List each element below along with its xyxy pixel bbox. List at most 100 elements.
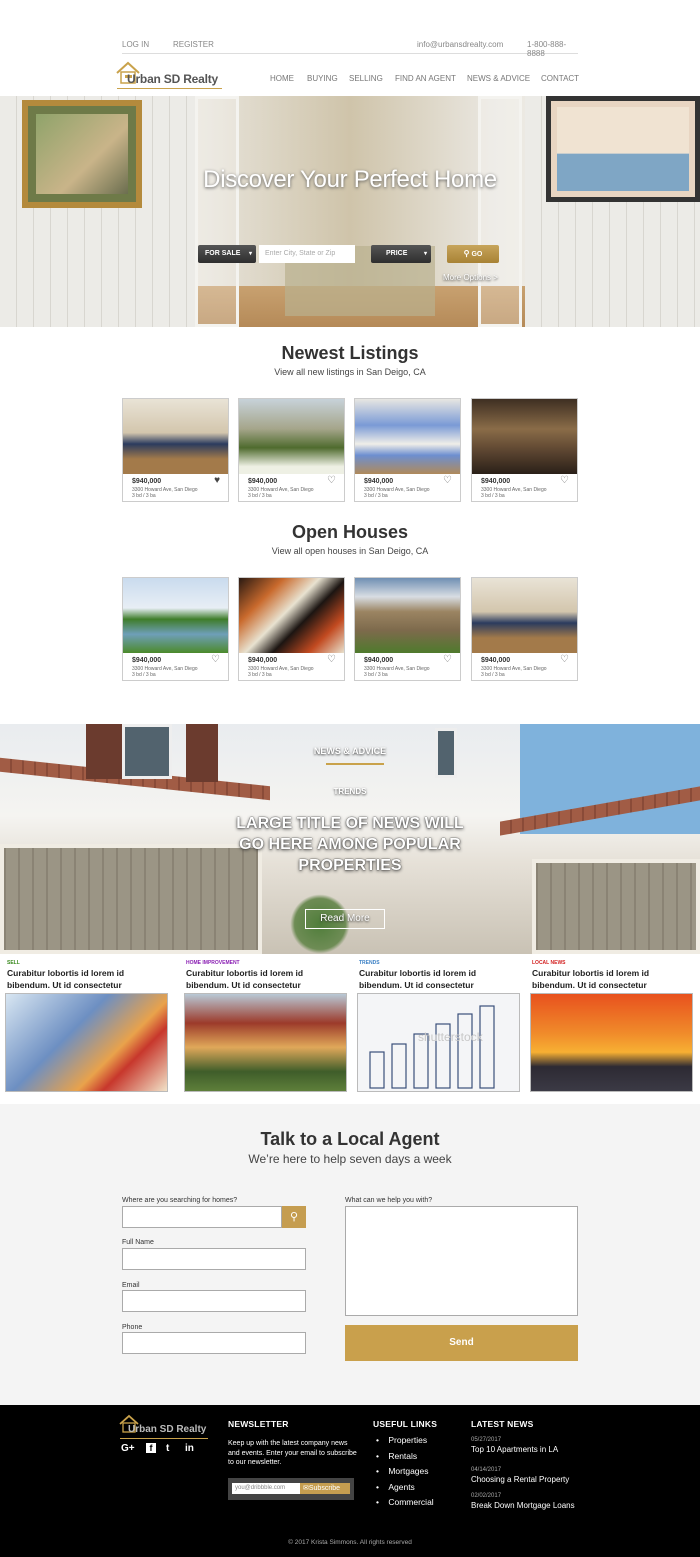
article-image [530,993,693,1092]
login-link[interactable]: LOG IN [122,40,149,49]
listing-beds: 3 bd / 3 ba [248,493,272,499]
open-houses-subtitle[interactable]: View all open houses in San Deigo, CA [0,546,700,556]
facebook-icon[interactable]: f [146,1443,156,1453]
listing-card[interactable]: $940,000 3300 Howard Ave, San Diego 3 bd… [122,577,229,681]
news-article-card[interactable]: LOCAL NEWS Curabitur lobortis id lorem i… [530,958,693,1094]
phone-field[interactable] [122,1332,306,1354]
full-name-label: Full Name [122,1239,154,1246]
latest-news-link[interactable]: Break Down Mortgage Loans [471,1501,575,1510]
email-field[interactable] [122,1290,306,1312]
footer-link-properties[interactable]: • Properties [376,1435,427,1445]
nav-buying[interactable]: BUYING [307,74,338,83]
article-image: shutterstock [357,993,520,1092]
hero-door-left [195,96,239,327]
logo-underline [117,88,222,89]
listing-card[interactable]: $940,000 3300 Howard Ave, San Diego 3 bd… [354,577,461,681]
newest-listings-title: Newest Listings [281,343,419,363]
latest-news-link[interactable]: Top 10 Apartments in LA [471,1445,558,1454]
heart-outline-icon[interactable]: ♡ [560,476,569,486]
phone-link[interactable]: 1-800-888-8888 [527,40,578,58]
listing-card[interactable]: $940,000 3300 Howard Ave, San Diego 3 bd… [471,577,578,681]
newest-listings-subtitle[interactable]: View all new listings in San Deigo, CA [0,367,700,377]
listing-photo [472,399,577,474]
news-article-card[interactable]: HOME IMPROVEMENT Curabitur lobortis id l… [184,958,347,1094]
listing-photo [123,578,228,653]
listing-card[interactable]: $940,000 3300 Howard Ave, San Diego 3 bd… [238,577,345,681]
location-field[interactable] [122,1206,282,1228]
news-label-underline [326,763,384,765]
nav-find-agent[interactable]: FIND AN AGENT [395,74,456,83]
news-featured-category: TRENDS [333,787,367,796]
hero-title: Discover Your Perfect Home [203,166,497,193]
read-more-button[interactable]: Read More [305,909,385,929]
news-article-card[interactable]: SELL Curabitur lobortis id lorem id bibe… [5,958,168,1094]
listing-photo [355,399,460,474]
news-section-label: NEWS & ADVICE [313,746,387,756]
listing-card[interactable]: $940,000 3300 Howard Ave, San Diego 3 bd… [122,398,229,502]
chevron-down-icon: ▾ [423,251,427,257]
image-watermark: shutterstock [418,1030,483,1044]
newsletter-email-input[interactable]: you@dribbble.com [232,1483,300,1494]
listing-beds: 3 bd / 3 ba [132,672,156,678]
listing-beds: 3 bd / 3 ba [364,672,388,678]
chevron-down-icon: ▾ [248,251,252,257]
footer-link-mortgages[interactable]: • Mortgages [376,1466,429,1476]
news-article-card[interactable]: TRENDS Curabitur lobortis id lorem id bi… [357,958,520,1094]
location-search-input[interactable]: Enter City, State or Zip [259,245,355,263]
email-link[interactable]: info@urbansdrealty.com [417,40,503,49]
more-options-link[interactable]: More Options > [443,273,498,282]
latest-news-heading: LATEST NEWS [471,1419,534,1429]
nav-home[interactable]: HOME [270,74,294,83]
nav-selling[interactable]: SELLING [349,74,383,83]
agent-section-title: Talk to a Local Agent [260,1129,440,1149]
price-select[interactable]: PRICE ▾ [371,245,431,263]
message-textarea[interactable] [345,1206,578,1316]
heart-outline-icon[interactable]: ♡ [443,476,452,486]
phone-label: Phone [122,1324,143,1331]
article-title: Curabitur lobortis id lorem id bibendum.… [532,968,650,990]
hero-door-right [478,96,522,327]
listing-beds: 3 bd / 3 ba [132,493,156,499]
send-button[interactable]: Send [345,1325,578,1361]
latest-news-link[interactable]: Choosing a Rental Property [471,1475,569,1484]
full-name-field[interactable] [122,1248,306,1270]
site-logo[interactable]: Urban SD Realty [115,60,235,92]
garage-door-left [0,844,262,954]
search-icon: ⚲ [463,249,470,258]
heart-filled-icon[interactable]: ♥ [214,476,220,486]
copyright-text: © 2017 Krista Simmons. All rights reserv… [288,1539,412,1546]
twitter-icon[interactable]: t [166,1443,169,1454]
linkedin-icon[interactable]: in [185,1443,194,1454]
top-utility-bar: LOG IN REGISTER info@urbansdrealty.com 1… [122,40,578,58]
article-category: HOME IMPROVEMENT [186,960,240,966]
sale-type-select[interactable]: FOR SALE ▾ [198,245,256,263]
garage-door-right [532,859,700,954]
listing-price: $940,000 [132,478,162,485]
register-link[interactable]: REGISTER [173,40,214,49]
location-search-button[interactable]: ⚲ [282,1206,306,1228]
heart-outline-icon[interactable]: ♡ [443,655,452,665]
heart-outline-icon[interactable]: ♡ [211,655,220,665]
heart-outline-icon[interactable]: ♡ [327,476,336,486]
google-plus-icon[interactable]: G+ [121,1443,135,1454]
footer-logo-text: Urban SD Realty [128,1424,207,1435]
listing-price: $940,000 [248,657,278,664]
listing-card[interactable]: $940,000 3300 Howard Ave, San Diego 3 bd… [471,398,578,502]
footer-logo[interactable]: Urban SD Realty [118,1413,213,1443]
heart-outline-icon[interactable]: ♡ [560,655,569,665]
listing-card[interactable]: $940,000 3300 Howard Ave, San Diego 3 bd… [238,398,345,502]
heart-outline-icon[interactable]: ♡ [327,655,336,665]
news-featured-headline: LARGE TITLE OF NEWS WILL GO HERE AMONG P… [236,815,464,874]
news-date: 05/27/2017 [471,1437,502,1443]
footer-link-commercial[interactable]: • Commercial [376,1497,434,1507]
news-date: 04/14/2017 [471,1467,502,1473]
nav-news-advice[interactable]: NEWS & ADVICE [467,74,530,83]
article-title: Curabitur lobortis id lorem id bibendum.… [359,968,477,990]
listing-price: $940,000 [248,478,278,485]
footer-link-rentals[interactable]: • Rentals [376,1451,417,1461]
listing-card[interactable]: $940,000 3300 Howard Ave, San Diego 3 bd… [354,398,461,502]
nav-contact[interactable]: CONTACT [541,74,579,83]
footer-link-agents[interactable]: • Agents [376,1482,415,1492]
subscribe-button[interactable]: ✉Subscribe [300,1483,350,1494]
search-go-button[interactable]: ⚲ GO [447,245,499,263]
